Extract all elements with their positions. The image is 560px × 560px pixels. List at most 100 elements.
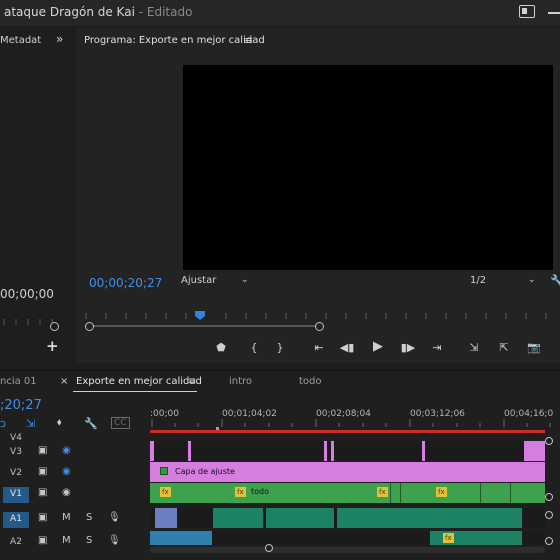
clip-edit-point[interactable] — [510, 483, 511, 503]
timeline-panel: ncia 01 × Exporte en mejor calidad ≡ int… — [0, 370, 560, 560]
mute-button[interactable]: M — [62, 512, 71, 523]
track-name[interactable]: A2 — [3, 535, 29, 551]
microphone-icon[interactable]: 🎙 — [108, 512, 121, 523]
go-to-in-button[interactable]: ⇤ — [311, 341, 327, 354]
eye-hidden-icon[interactable]: ◉ — [62, 445, 71, 456]
panel-menu-icon[interactable]: ≡ — [188, 376, 196, 387]
export-frame-camera-icon[interactable]: 📷 — [526, 341, 542, 354]
zoom-handle-right[interactable] — [315, 322, 324, 331]
clip-color-swatch — [160, 467, 168, 475]
clip[interactable] — [524, 441, 545, 461]
program-time-ruler[interactable] — [76, 311, 560, 319]
clip-edit-point[interactable] — [390, 483, 391, 503]
track-lane-v3[interactable] — [150, 441, 545, 461]
extract-button[interactable]: ⇱ — [496, 341, 512, 354]
ruler-tick-label: 00;04;16;0 — [504, 409, 554, 419]
track-name[interactable]: V1 — [3, 487, 29, 503]
solo-button[interactable]: S — [86, 535, 92, 546]
audio-clip[interactable] — [150, 531, 212, 545]
sync-lock-icon[interactable]: ▣ — [38, 466, 47, 477]
track-header-v3: V3 ▣ ◉ — [0, 441, 150, 461]
audio-scroll-handle[interactable] — [545, 511, 553, 519]
clip[interactable] — [331, 441, 334, 461]
timeline-horizontal-scrollbar[interactable] — [150, 547, 545, 553]
panel-menu-icon[interactable]: ≡ — [244, 34, 253, 47]
clip[interactable] — [324, 441, 327, 461]
edit-status: - Editado — [138, 5, 193, 19]
adjustment-layer-clip[interactable]: Capa de ajuste — [150, 462, 545, 482]
add-marker-button[interactable]: ⬟ — [213, 341, 229, 354]
lift-button[interactable]: ⇲ — [466, 341, 482, 354]
clip-edit-point[interactable] — [400, 483, 401, 503]
clip[interactable] — [188, 441, 191, 461]
track-header-v4: V4 — [0, 431, 150, 443]
track-header-v2: V2 ▣ ◉ — [0, 462, 150, 482]
video-preview[interactable] — [183, 65, 553, 270]
sync-lock-icon[interactable]: ▣ — [38, 487, 47, 498]
playhead-timecode[interactable]: 00;00;20;27 — [89, 276, 162, 290]
work-area-bar[interactable] — [150, 430, 545, 433]
track-name[interactable]: V3 — [3, 445, 29, 461]
fx-badge: fx — [436, 487, 447, 497]
active-tab-indicator — [73, 391, 197, 392]
eye-hidden-icon[interactable]: ◉ — [62, 466, 71, 477]
fx-badge: fx — [235, 487, 246, 497]
mark-out-button[interactable]: } — [272, 341, 288, 354]
program-monitor-title[interactable]: Programa: Exporte en mejor calidad — [84, 35, 265, 46]
eye-icon[interactable]: ◉ — [62, 487, 71, 498]
more-panels-icon[interactable]: » — [56, 32, 63, 46]
audio-clip[interactable] — [213, 508, 263, 528]
clip-edit-point[interactable] — [480, 483, 481, 503]
solo-button[interactable]: S — [86, 512, 92, 523]
title-bar: ataque Dragón de Kai - Editado — [0, 0, 560, 26]
sync-lock-icon[interactable]: ▣ — [38, 445, 47, 456]
window-layout-icon[interactable] — [519, 5, 535, 18]
todo-clip[interactable]: fx fx todo fx fx — [150, 483, 545, 503]
mark-in-button[interactable]: { — [246, 341, 262, 354]
tab-metadata[interactable]: Metadat — [0, 35, 41, 46]
timeline-settings-wrench-icon[interactable]: 🔧 — [84, 417, 98, 430]
track-lane-a2[interactable]: fx — [150, 531, 545, 545]
sync-lock-icon[interactable]: ▣ — [38, 512, 47, 523]
play-button[interactable]: ▶ — [370, 339, 386, 354]
tab-todo[interactable]: todo — [299, 376, 322, 387]
audio-clip[interactable] — [155, 508, 177, 528]
minimize-icon[interactable] — [548, 12, 560, 14]
fx-badge: fx — [377, 487, 388, 497]
audio-clip[interactable] — [337, 508, 522, 528]
source-timecode[interactable]: 00;00;00 — [0, 287, 54, 301]
nest-toggle-icon[interactable]: ↄ — [0, 417, 6, 430]
tab-intro[interactable]: intro — [229, 376, 252, 387]
video-scroll-handle[interactable] — [545, 493, 553, 501]
go-to-out-button[interactable]: ⇥ — [429, 341, 445, 354]
clip[interactable] — [150, 441, 154, 461]
audio-scroll-handle[interactable] — [545, 537, 553, 545]
program-zoom-bar[interactable] — [89, 325, 321, 327]
settings-wrench-icon[interactable]: 🔧 — [550, 274, 560, 288]
sync-lock-icon[interactable]: ▣ — [38, 535, 47, 546]
tab-exporte-mejor-calidad[interactable]: Exporte en mejor calidad — [76, 376, 202, 387]
timeline-ruler[interactable]: :00;00 00;01;04;02 00;02;08;04 00;03;12;… — [150, 395, 560, 433]
source-zoom-handle[interactable] — [50, 322, 59, 331]
linked-selection-icon[interactable]: ⬧ — [57, 417, 62, 428]
tab-secuencia-01[interactable]: ncia 01 — [0, 376, 37, 387]
timeline-zoom-handle[interactable] — [265, 544, 273, 552]
zoom-handle-left[interactable] — [85, 322, 94, 331]
track-name[interactable]: A1 — [3, 512, 29, 528]
clip[interactable] — [422, 441, 425, 461]
mute-button[interactable]: M — [62, 535, 71, 546]
step-forward-button[interactable]: ▮▶ — [400, 341, 416, 354]
track-name[interactable]: V2 — [3, 466, 29, 482]
video-scroll-handle[interactable] — [545, 437, 553, 445]
track-lane-a1[interactable] — [150, 508, 545, 528]
snap-icon[interactable]: ⇲ — [26, 417, 35, 430]
add-button[interactable]: + — [46, 337, 59, 355]
track-header-v1: V1 ▣ ◉ — [0, 483, 150, 503]
chevron-down-icon: ⌄ — [528, 275, 536, 285]
audio-clip[interactable] — [266, 508, 334, 528]
close-tab-icon[interactable]: × — [60, 376, 68, 387]
microphone-icon[interactable]: 🎙 — [108, 535, 121, 546]
captions-icon[interactable]: CC — [111, 417, 130, 429]
timeline-timecode[interactable]: ;20;27 — [0, 398, 42, 413]
step-back-button[interactable]: ◀▮ — [339, 341, 355, 354]
